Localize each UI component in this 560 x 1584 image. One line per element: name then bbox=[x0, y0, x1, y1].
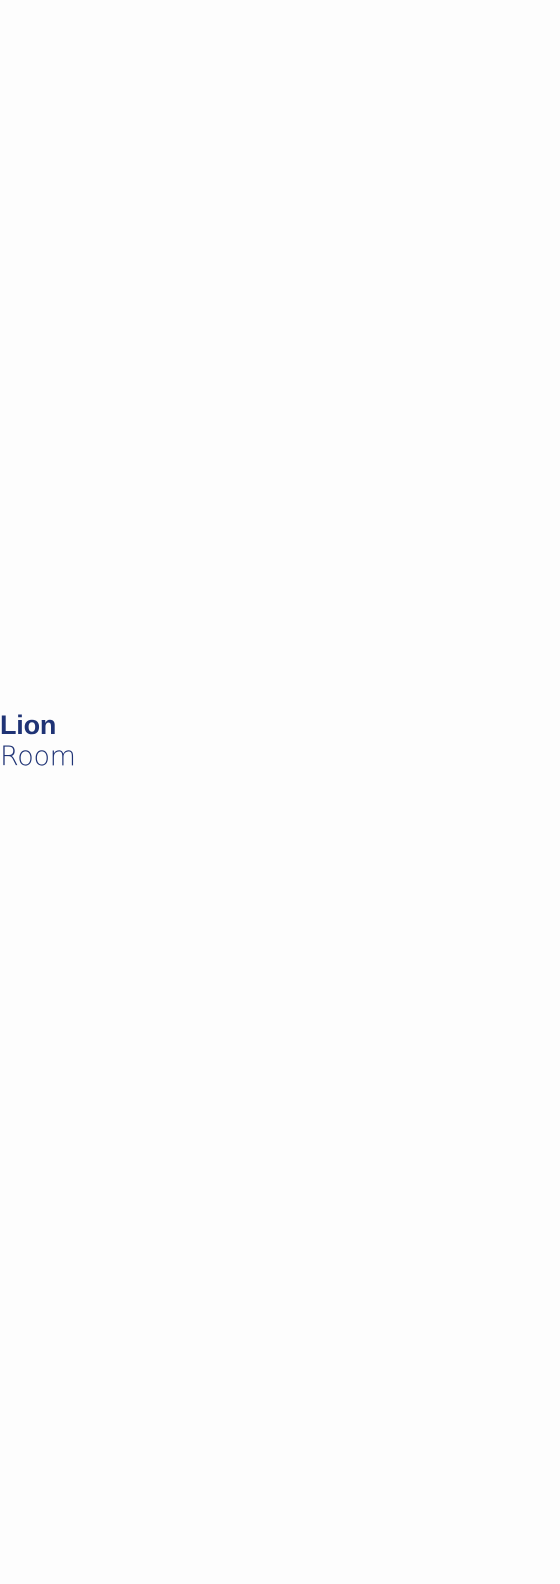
room-title-bold-line: Lion bbox=[0, 710, 57, 740]
room-title-light-line: Room bbox=[0, 741, 76, 772]
room-title: Lion Room bbox=[0, 709, 76, 773]
